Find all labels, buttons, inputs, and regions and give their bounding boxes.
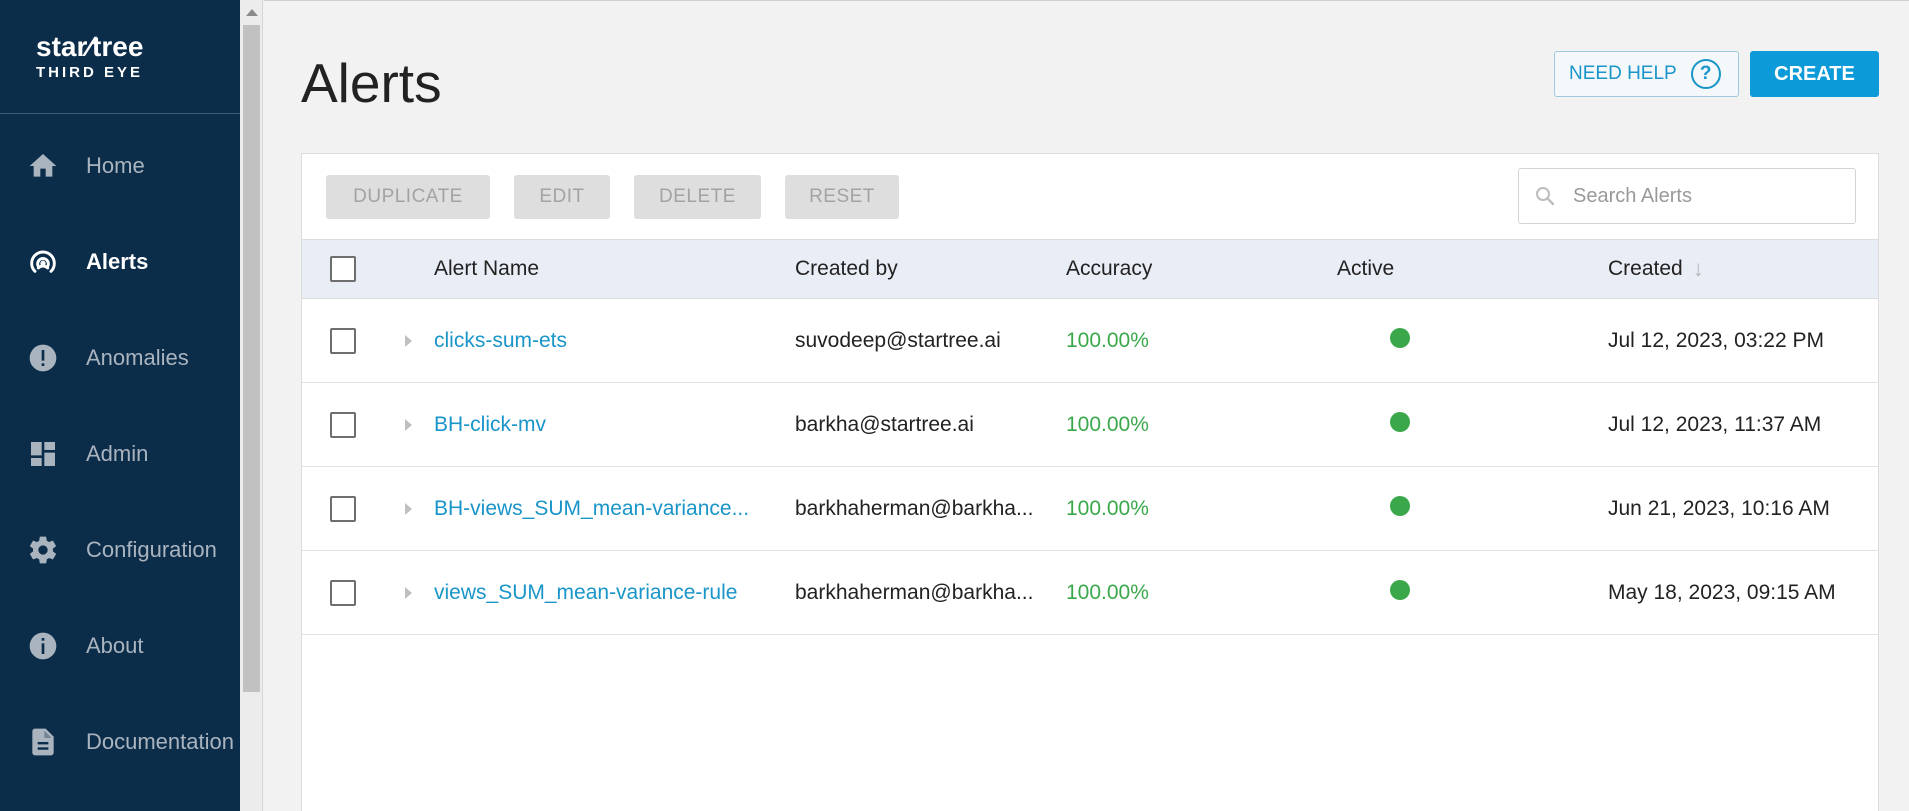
active-status-dot <box>1390 411 1410 432</box>
active-status-dot <box>1390 327 1410 348</box>
column-header-active[interactable]: Active <box>1337 240 1394 298</box>
info-icon <box>27 630 59 662</box>
table-header: Alert Name Created by Accuracy Active Cr… <box>302 239 1878 299</box>
sidebar-scrollbar[interactable] <box>240 0 263 811</box>
sidebar-item-label: About <box>86 633 144 658</box>
sidebar-item-admin[interactable]: Admin <box>0 406 240 502</box>
sidebar-item-documentation[interactable]: Documentation <box>0 694 240 790</box>
row-checkbox[interactable] <box>330 411 356 438</box>
sidebar-item-anomalies[interactable]: Anomalies <box>0 310 240 406</box>
created-by-cell: suvodeep@startree.ai <box>795 328 1001 352</box>
edit-button[interactable]: EDIT <box>514 175 610 219</box>
brand-logo[interactable]: star∕tree THIRD EYE <box>0 0 240 114</box>
column-header-alert-name[interactable]: Alert Name <box>434 240 539 298</box>
active-status-dot <box>1390 579 1410 600</box>
sidebar-nav: Home Alerts Anomalies Admin Configuratio… <box>0 114 240 790</box>
main-content: Alerts NEED HELP ? CREATE DUPLICATE EDIT… <box>264 0 1909 811</box>
table-row[interactable]: BH-views_SUM_mean-variance... barkhaherm… <box>302 467 1878 551</box>
sidebar-item-label: Home <box>86 153 145 178</box>
row-checkbox[interactable] <box>330 495 356 522</box>
delete-button[interactable]: DELETE <box>634 175 761 219</box>
accuracy-cell: 100.00% <box>1066 580 1149 604</box>
created-by-cell: barkha@startree.ai <box>795 412 974 436</box>
sidebar-item-home[interactable]: Home <box>0 118 240 214</box>
sidebar-item-alerts[interactable]: Alerts <box>0 214 240 310</box>
column-header-accuracy[interactable]: Accuracy <box>1066 240 1152 298</box>
expand-row-caret-icon[interactable] <box>405 418 412 431</box>
table-row[interactable]: BH-click-mv barkha@startree.ai 100.00% J… <box>302 383 1878 467</box>
sidebar-item-label: Documentation <box>86 729 234 754</box>
alert-name-link[interactable]: BH-click-mv <box>434 383 779 466</box>
active-status-dot <box>1390 495 1410 516</box>
page-title: Alerts <box>301 52 442 114</box>
gear-icon <box>27 534 59 566</box>
scrollbar-thumb[interactable] <box>243 25 260 692</box>
sidebar-item-about[interactable]: About <box>0 598 240 694</box>
home-icon <box>27 150 59 182</box>
alerts-table-card: DUPLICATE EDIT DELETE RESET Alert Name C… <box>301 153 1879 811</box>
sidebar-item-label: Alerts <box>86 249 149 274</box>
table-row[interactable]: clicks-sum-ets suvodeep@startree.ai 100.… <box>302 299 1878 383</box>
created-date-cell: Jul 12, 2023, 11:37 AM <box>1608 412 1822 436</box>
need-help-button[interactable]: NEED HELP ? <box>1554 51 1739 97</box>
admin-icon <box>27 438 59 470</box>
need-help-label: NEED HELP <box>1569 63 1677 84</box>
alert-name-link[interactable]: clicks-sum-ets <box>434 299 779 382</box>
column-header-created[interactable]: Created ↓ <box>1608 240 1704 298</box>
created-date-cell: May 18, 2023, 09:15 AM <box>1608 580 1836 604</box>
column-header-created-label: Created <box>1608 257 1683 280</box>
column-header-created-by[interactable]: Created by <box>795 240 898 298</box>
anomalies-icon <box>27 342 59 374</box>
alert-name-link[interactable]: views_SUM_mean-variance-rule <box>434 551 779 634</box>
brand-subtitle: THIRD EYE <box>36 64 144 81</box>
accuracy-cell: 100.00% <box>1066 412 1149 436</box>
sidebar-item-label: Admin <box>86 441 149 466</box>
expand-row-caret-icon[interactable] <box>405 502 412 515</box>
created-by-cell: barkhaherman@barkha... <box>795 580 1034 604</box>
table-row[interactable]: views_SUM_mean-variance-rule barkhaherma… <box>302 551 1878 635</box>
search-icon <box>1536 187 1555 206</box>
brand-name: star∕tree <box>36 31 144 62</box>
search-field[interactable] <box>1518 168 1856 224</box>
expand-row-caret-icon[interactable] <box>405 334 412 347</box>
table-toolbar: DUPLICATE EDIT DELETE RESET <box>302 154 1878 239</box>
alerts-icon <box>27 246 59 278</box>
scroll-up-arrow-icon[interactable] <box>246 9 258 16</box>
select-all-checkbox-cell <box>330 240 356 298</box>
sort-down-arrow-icon[interactable]: ↓ <box>1693 256 1704 282</box>
create-button[interactable]: CREATE <box>1750 51 1879 97</box>
sidebar-item-configuration[interactable]: Configuration <box>0 502 240 598</box>
row-checkbox[interactable] <box>330 327 356 354</box>
sidebar-item-label: Anomalies <box>86 345 189 370</box>
accuracy-cell: 100.00% <box>1066 328 1149 352</box>
document-icon <box>27 726 59 758</box>
help-question-icon: ? <box>1690 59 1721 89</box>
created-date-cell: Jul 12, 2023, 03:22 PM <box>1608 328 1824 352</box>
sidebar: star∕tree THIRD EYE Home Alerts Anomalie… <box>0 0 240 811</box>
created-by-cell: barkhaherman@barkha... <box>795 496 1034 520</box>
alert-name-link[interactable]: BH-views_SUM_mean-variance... <box>434 467 779 550</box>
row-checkbox[interactable] <box>330 579 356 606</box>
reset-button[interactable]: RESET <box>785 175 899 219</box>
duplicate-button[interactable]: DUPLICATE <box>326 175 490 219</box>
accuracy-cell: 100.00% <box>1066 496 1149 520</box>
search-input[interactable] <box>1573 184 1843 208</box>
sidebar-item-label: Configuration <box>86 537 217 562</box>
expand-row-caret-icon[interactable] <box>405 586 412 599</box>
select-all-checkbox[interactable] <box>330 256 356 282</box>
created-date-cell: Jun 21, 2023, 10:16 AM <box>1608 496 1830 520</box>
